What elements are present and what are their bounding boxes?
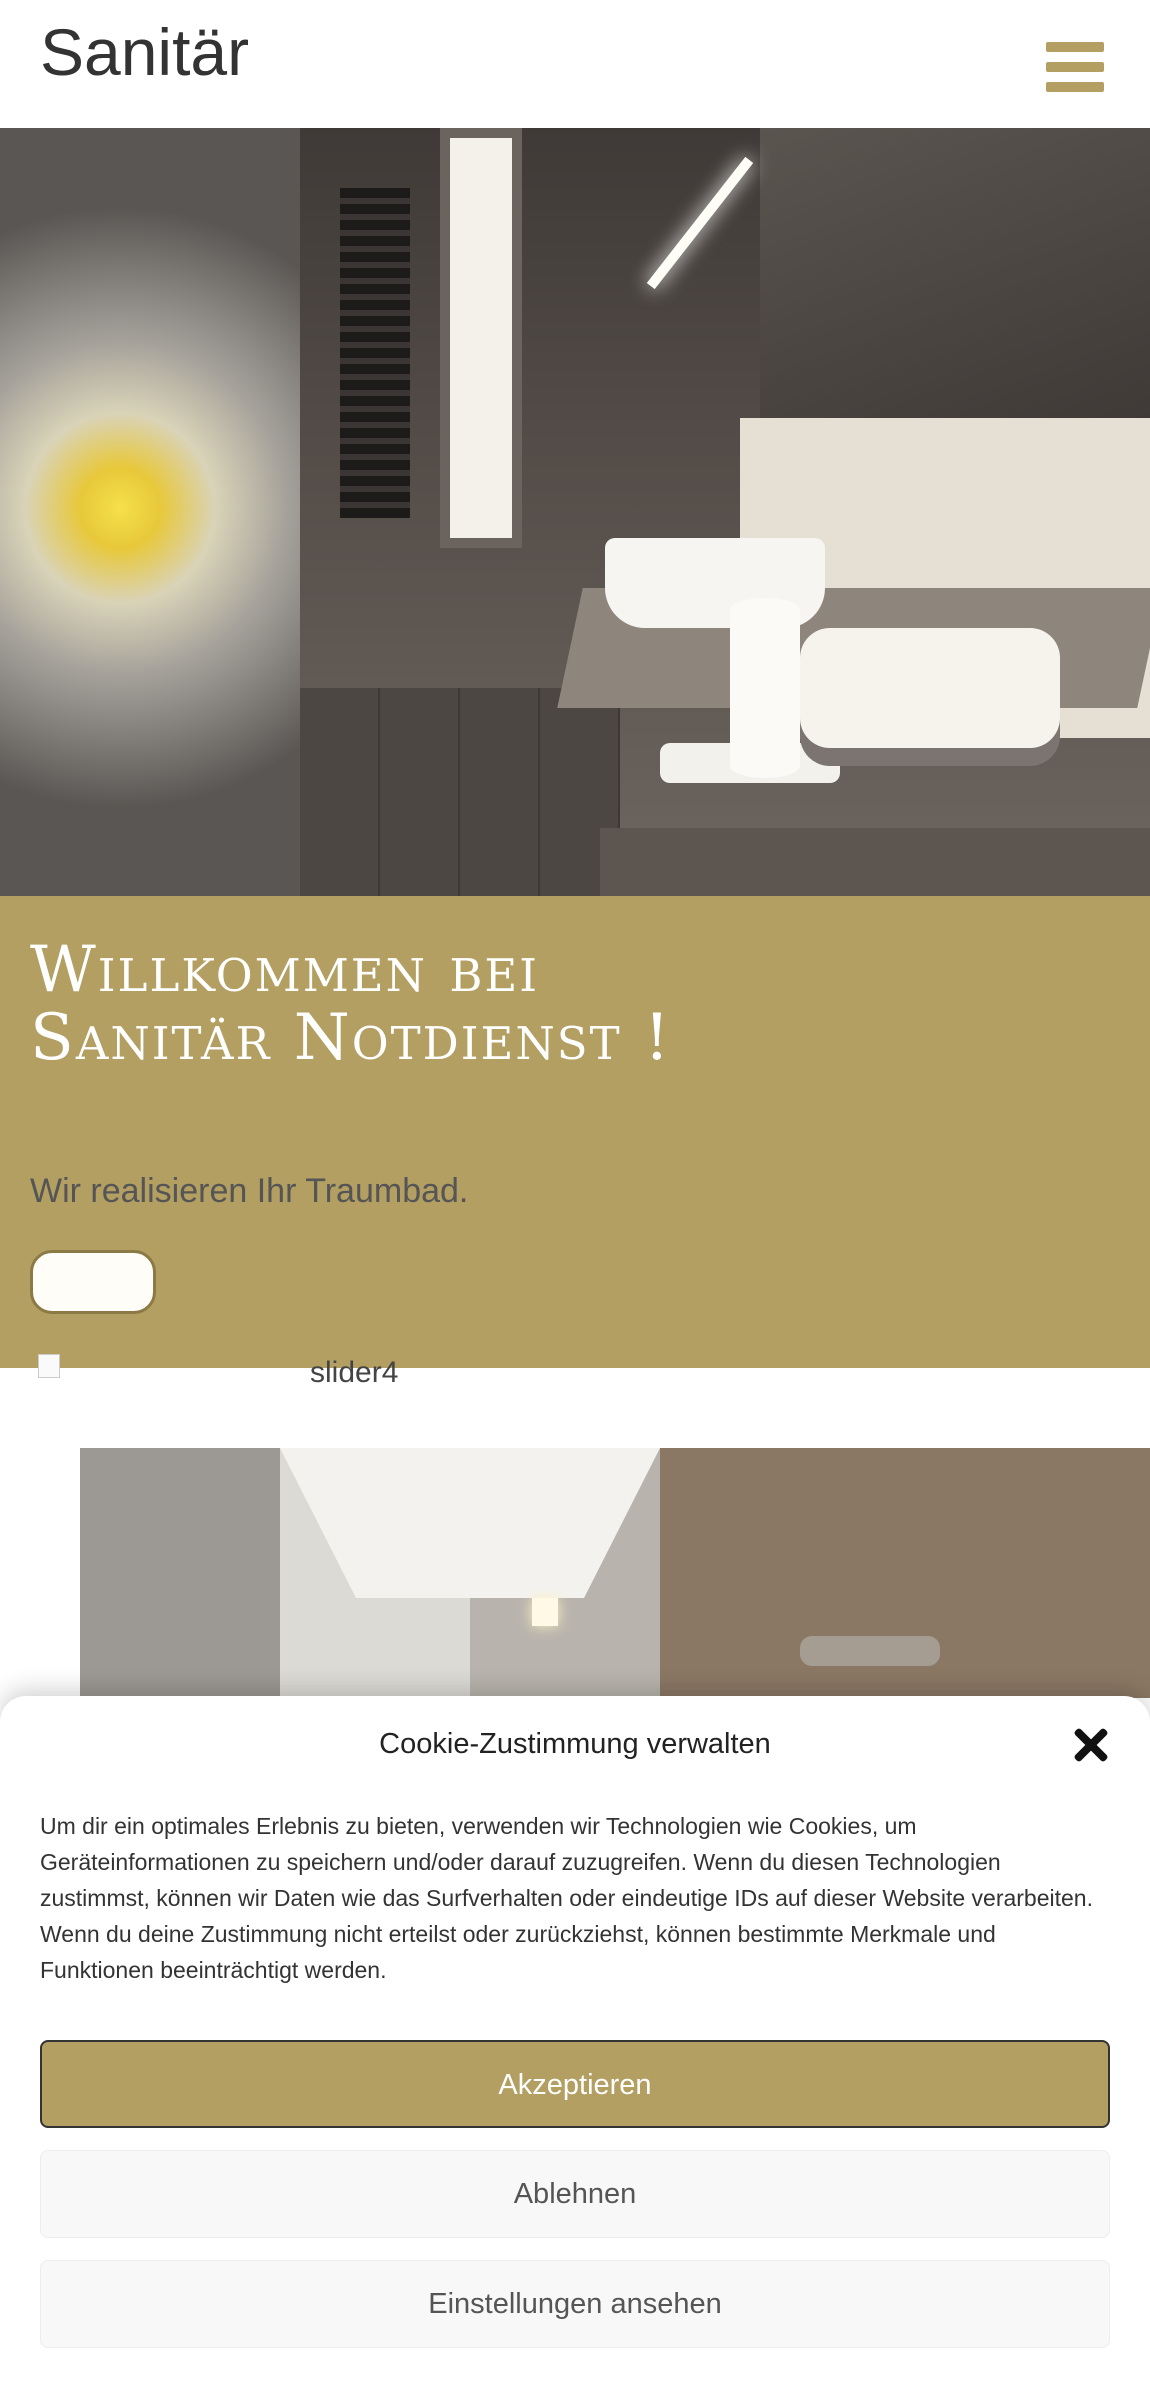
preferences-button[interactable]: Einstellungen ansehen bbox=[40, 2260, 1110, 2348]
bathroom-window bbox=[440, 128, 522, 548]
hero-subtitle: Wir realisieren Ihr Traumbad. bbox=[30, 1172, 469, 1210]
site-title[interactable]: Sanitär bbox=[40, 14, 249, 90]
cookie-consent-banner: Cookie-Zustimmung verwalten Um dir ein o… bbox=[0, 1696, 1150, 2400]
broken-image-icon bbox=[38, 1354, 60, 1378]
slider-ceiling bbox=[280, 1448, 660, 1598]
close-icon[interactable] bbox=[1070, 1724, 1112, 1766]
deny-button[interactable]: Ablehnen bbox=[40, 2150, 1110, 2238]
menu-bar bbox=[1046, 42, 1104, 52]
hero-button[interactable] bbox=[30, 1250, 156, 1314]
menu-bar bbox=[1046, 62, 1104, 72]
cookie-title: Cookie-Zustimmung verwalten bbox=[379, 1728, 771, 1760]
tile-floor bbox=[300, 688, 620, 896]
towel-radiator bbox=[340, 188, 410, 518]
cookie-text: Um dir ein optimales Erlebnis zu bieten,… bbox=[40, 1813, 1093, 1983]
vanity-cabinet bbox=[600, 828, 1150, 896]
light-fixture bbox=[646, 156, 754, 290]
folded-towels bbox=[800, 628, 1060, 748]
mirror bbox=[760, 128, 1150, 422]
flower-wall-graphic bbox=[0, 128, 300, 896]
hero-title: Willkommen bei Sanitär Notdienst ! bbox=[30, 933, 672, 1075]
cup bbox=[730, 598, 800, 778]
ceiling-lamp bbox=[532, 1598, 558, 1626]
slider-alt-text: slider4 bbox=[310, 1356, 399, 1389]
accept-button[interactable]: Akzeptieren bbox=[40, 2040, 1110, 2128]
hero-section: Willkommen bei Sanitär Notdienst ! Wir r… bbox=[0, 896, 1150, 1368]
site-header: Sanitär bbox=[0, 0, 1150, 128]
hero-bathroom-image bbox=[0, 128, 1150, 896]
slider-image bbox=[80, 1448, 1150, 1698]
hamburger-menu-icon[interactable] bbox=[1042, 38, 1106, 98]
menu-bar bbox=[1046, 82, 1104, 92]
shower-handle bbox=[800, 1636, 940, 1666]
